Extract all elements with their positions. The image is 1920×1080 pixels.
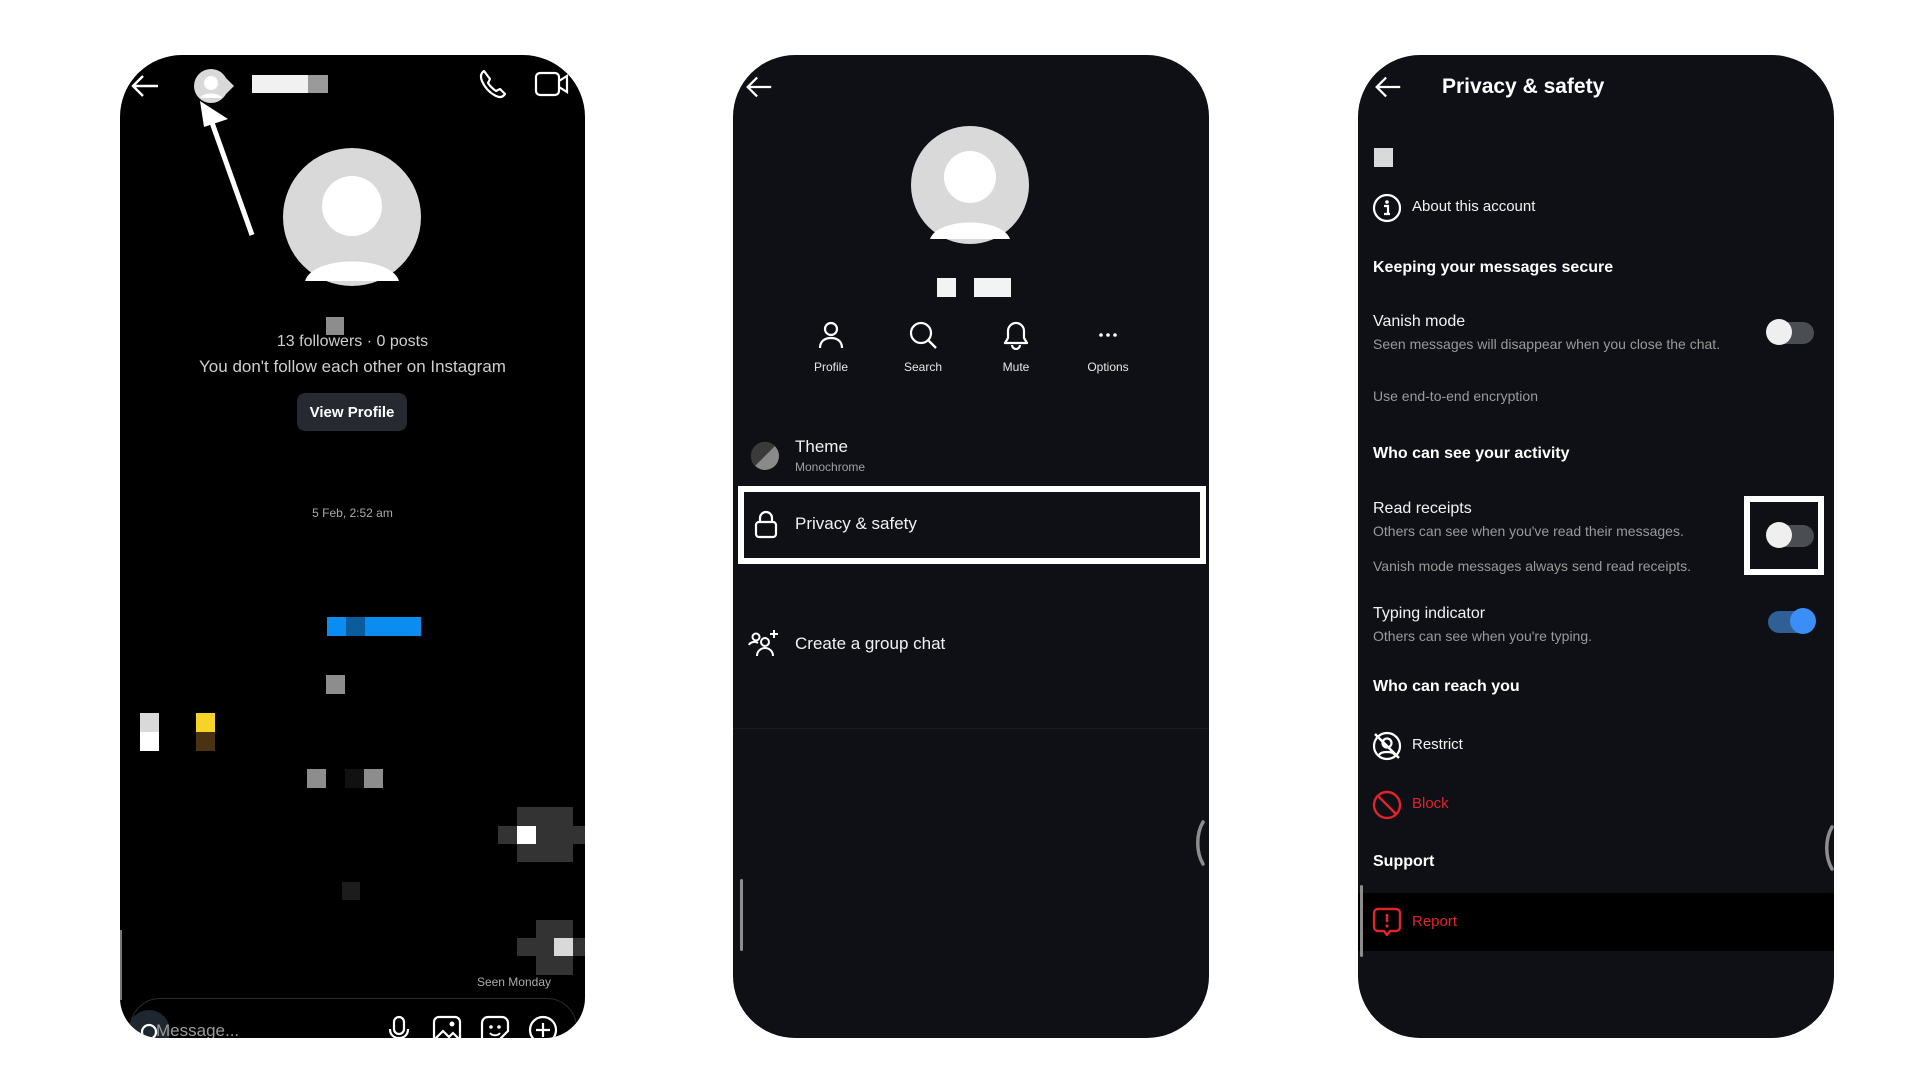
options-action[interactable]: Options (1068, 320, 1148, 374)
vanish-mode-title: Vanish mode (1373, 313, 1466, 330)
redacted-block (140, 713, 159, 732)
vanish-mode-description: Seen messages will disappear when you cl… (1373, 336, 1721, 352)
section-heading-reach: Who can reach you (1373, 678, 1520, 695)
back-arrow-icon[interactable] (128, 69, 162, 103)
view-profile-button[interactable]: View Profile (297, 393, 407, 431)
redacted-message (346, 617, 365, 636)
profile-action-label: Profile (813, 360, 848, 374)
info-icon (1372, 193, 1402, 223)
restrict-icon (1372, 731, 1402, 761)
gallery-icon[interactable] (432, 1015, 462, 1038)
restrict-label: Restrict (1412, 736, 1463, 753)
more-icon (1068, 320, 1148, 350)
block-icon (1372, 790, 1402, 820)
report-row[interactable]: Report (1358, 893, 1834, 951)
scroll-indicator[interactable] (740, 879, 743, 951)
message-timestamp: 5 Feb, 2:52 am (312, 506, 393, 520)
profile-action[interactable]: Profile (791, 320, 871, 374)
contact-name-redacted (308, 75, 328, 93)
about-account-label: About this account (1412, 198, 1536, 215)
report-icon (1372, 907, 1402, 939)
redacted-block (345, 769, 364, 788)
plus-icon[interactable] (528, 1015, 558, 1038)
bell-icon (976, 320, 1056, 350)
read-receipts-title: Read receipts (1373, 500, 1472, 517)
scroll-indicator[interactable] (1360, 885, 1363, 957)
toggle-knob (1790, 608, 1816, 634)
redacted-block (140, 732, 159, 751)
privacy-safety-row[interactable]: Privacy & safety (744, 492, 1200, 558)
toggle-knob (1766, 522, 1792, 548)
seen-status: Seen Monday (476, 975, 551, 989)
back-arrow-icon[interactable] (743, 71, 775, 103)
typing-indicator-description: Others can see when you're typing. (1373, 628, 1593, 644)
redacted-image (517, 938, 585, 956)
read-receipts-note: Vanish mode messages always send read re… (1373, 558, 1692, 574)
about-account-row[interactable]: About this account (1358, 185, 1834, 229)
lock-icon (753, 509, 779, 539)
theme-value: Monochrome (795, 460, 866, 474)
block-label: Block (1412, 795, 1449, 812)
search-action[interactable]: Search (883, 320, 963, 374)
message-input[interactable]: Message... (156, 1021, 239, 1038)
redacted-block (342, 882, 360, 900)
report-label: Report (1412, 913, 1458, 930)
create-group-chat-label: Create a group chat (795, 634, 946, 653)
privacy-safety-label: Privacy & safety (795, 514, 917, 533)
profile-avatar[interactable] (283, 148, 421, 286)
theme-row[interactable]: Theme Monochrome (733, 435, 1209, 485)
options-action-label: Options (1087, 360, 1129, 374)
privacy-safety-screen: Privacy & safety About this account Keep… (1358, 55, 1834, 1038)
mute-action[interactable]: Mute (976, 320, 1056, 374)
redacted-image (517, 826, 536, 844)
back-arrow-icon[interactable] (1372, 71, 1404, 103)
typing-indicator-title: Typing indicator (1373, 605, 1486, 622)
redacted-block (326, 675, 345, 694)
redacted-message (327, 617, 421, 636)
read-receipts-description: Others can see when you've read their me… (1373, 523, 1684, 539)
redacted-block (1374, 148, 1393, 167)
read-receipts-toggle[interactable] (1766, 522, 1814, 548)
create-group-chat-row[interactable]: Create a group chat (733, 620, 1209, 670)
section-heading-secure: Keeping your messages secure (1373, 259, 1614, 276)
redacted-block (196, 713, 215, 732)
divider (733, 728, 1209, 729)
contact-name-redacted (937, 278, 956, 297)
typing-indicator-toggle[interactable] (1768, 608, 1816, 634)
video-icon[interactable] (534, 69, 570, 99)
add-group-icon (748, 628, 780, 658)
contact-name-redacted (974, 278, 1011, 297)
mute-action-label: Mute (1002, 360, 1030, 374)
search-action-label: Search (903, 360, 943, 374)
edge-handle-icon[interactable] (1821, 825, 1834, 871)
profile-stats: 13 followers · 0 posts (276, 333, 429, 350)
profile-avatar[interactable] (911, 126, 1029, 244)
redacted-block (364, 769, 383, 788)
page-title: Privacy & safety (1442, 75, 1605, 98)
search-icon (883, 320, 963, 350)
section-heading-support: Support (1373, 853, 1435, 870)
annotation-arrow-icon (190, 99, 270, 239)
sticker-icon[interactable] (480, 1015, 510, 1038)
chat-screen: 13 followers · 0 posts You don't follow … (120, 55, 585, 1038)
redacted-block (307, 769, 326, 788)
scroll-indicator[interactable] (120, 930, 122, 1000)
chat-details-screen: Profile Search Mute Options Theme Monoch… (733, 55, 1209, 1038)
redacted-image (498, 826, 585, 844)
vanish-mode-toggle[interactable] (1766, 319, 1814, 345)
edge-handle-icon[interactable] (1192, 820, 1206, 866)
redacted-image (554, 938, 573, 956)
theme-swatch-icon (750, 441, 780, 471)
mic-icon[interactable] (386, 1015, 412, 1038)
section-heading-activity: Who can see your activity (1373, 445, 1570, 462)
person-icon (791, 320, 871, 350)
end-to-end-encryption-link[interactable]: Use end-to-end encryption (1373, 388, 1538, 404)
phone-icon[interactable] (476, 67, 510, 101)
follow-status: You don't follow each other on Instagram (199, 357, 506, 376)
theme-title: Theme (795, 437, 848, 456)
redacted-block (196, 732, 215, 751)
toggle-knob (1766, 319, 1792, 345)
restrict-row[interactable]: Restrict (1358, 723, 1834, 767)
block-row[interactable]: Block (1358, 782, 1834, 826)
